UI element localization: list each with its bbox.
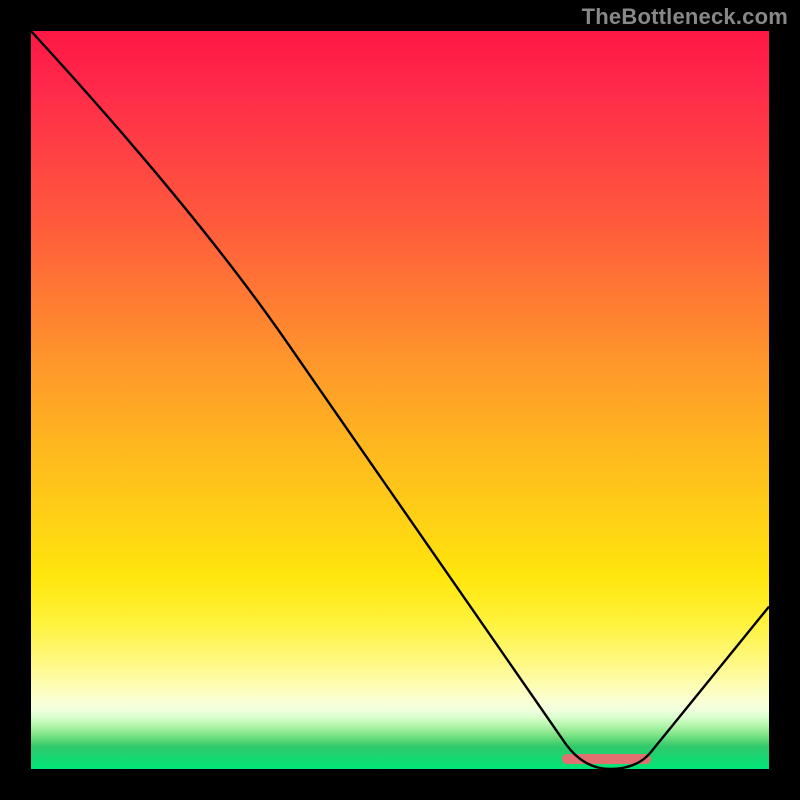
curve-path [31,31,769,769]
plot-area [31,31,769,769]
watermark-text: TheBottleneck.com [582,4,788,30]
chart-frame: TheBottleneck.com [0,0,800,800]
bottleneck-curve [31,31,769,769]
